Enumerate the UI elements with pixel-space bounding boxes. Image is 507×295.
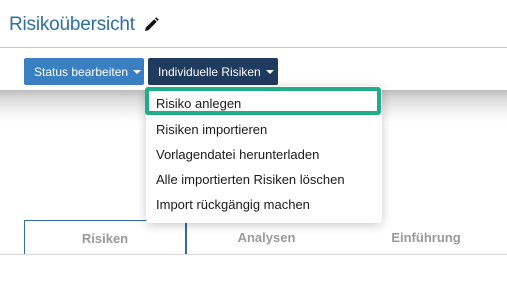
tab-analysen[interactable]: Analysen xyxy=(188,220,345,254)
caret-down-icon xyxy=(265,69,274,74)
tab-analysen-label: Analysen xyxy=(237,229,296,245)
tab-bar: Risiken Analysen Einführung xyxy=(24,220,507,255)
caret-down-icon xyxy=(133,69,142,74)
status-edit-button[interactable]: Status bearbeiten xyxy=(24,58,144,85)
page-header: Risikoübersicht xyxy=(9,12,160,38)
tab-bar-divider xyxy=(0,254,507,255)
individual-risks-label: Individuelle Risiken xyxy=(158,64,261,79)
header-divider xyxy=(0,47,507,48)
page-title: Risikoübersicht xyxy=(9,14,135,35)
pencil-icon[interactable] xyxy=(142,16,160,34)
menu-item-importierte-loeschen[interactable]: Alle importierten Risiken löschen xyxy=(156,172,345,187)
tab-einfuehrung-label: Einführung xyxy=(391,229,461,245)
menu-item-import-rueckgaengig[interactable]: Import rückgängig machen xyxy=(156,197,310,212)
tab-risiken-label: Risiken xyxy=(81,230,129,246)
tab-einfuehrung[interactable]: Einführung xyxy=(345,220,507,254)
toolbar: Status bearbeiten Individuelle Risiken xyxy=(24,58,278,85)
menu-item-vorlagendatei-herunterladen[interactable]: Vorlagendatei herunterladen xyxy=(156,147,319,162)
tab-risiken[interactable]: Risiken xyxy=(24,220,187,255)
menu-item-risiko-anlegen[interactable]: Risiko anlegen xyxy=(156,96,241,111)
individual-risks-menu: Risiko anlegen Risiken importieren Vorla… xyxy=(146,86,382,223)
status-edit-label: Status bearbeiten xyxy=(34,64,129,79)
individual-risks-button[interactable]: Individuelle Risiken xyxy=(148,58,278,85)
menu-item-risiken-importieren[interactable]: Risiken importieren xyxy=(156,122,267,137)
